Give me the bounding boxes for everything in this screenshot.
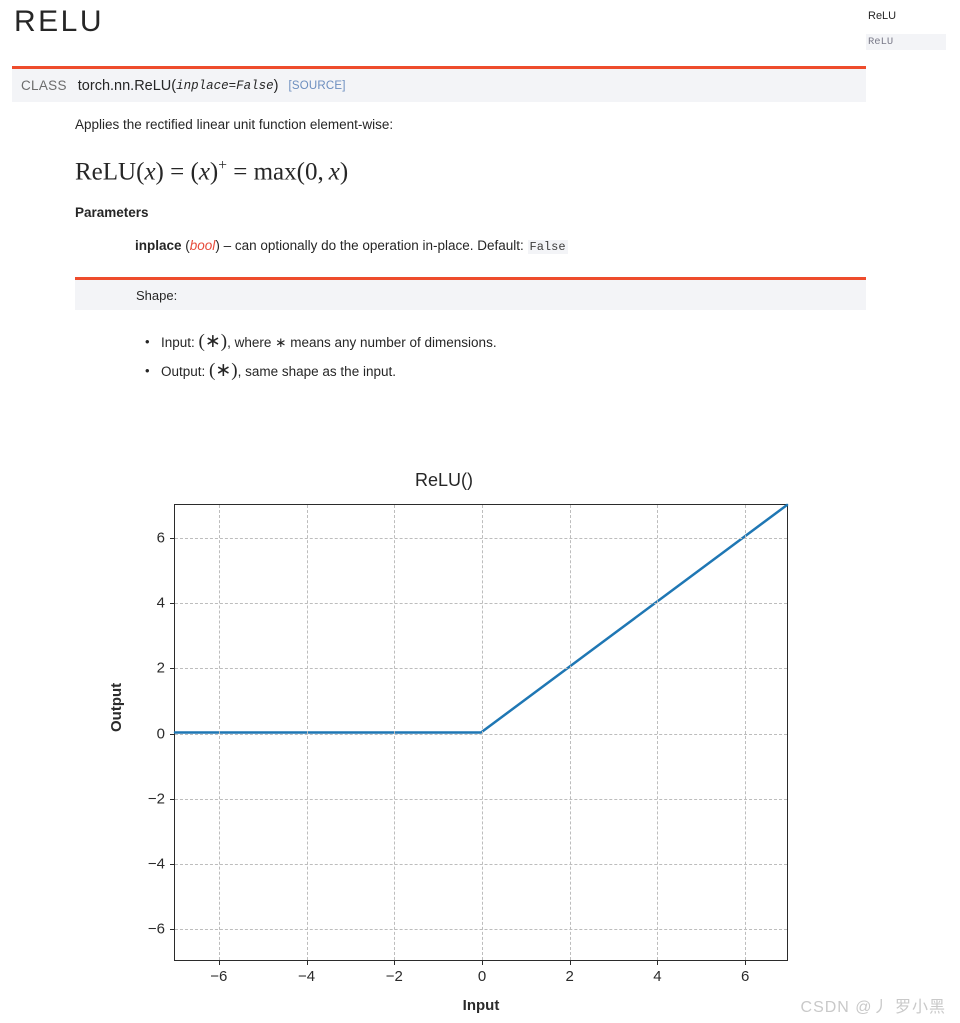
x-tick-mark — [745, 960, 747, 965]
sidebar-item-relu-current[interactable]: ReLU — [866, 34, 946, 50]
y-tick-label: 4 — [156, 594, 165, 612]
gridline-vertical — [569, 505, 571, 960]
description-text: Applies the rectified linear unit functi… — [75, 117, 394, 132]
x-tick-mark — [482, 960, 483, 965]
series-line — [173, 503, 789, 734]
parameter-row-inplace: inplace (bool) – can optionally do the o… — [135, 238, 568, 255]
parameter-description: – can optionally do the operation in-pla… — [223, 238, 524, 254]
signature-argument: inplace=False — [176, 78, 274, 93]
x-tick-label: 6 — [740, 968, 750, 985]
y-tick-mark — [170, 668, 175, 670]
shape-input-label: Input: — [161, 335, 195, 350]
parameter-type: bool — [189, 238, 216, 254]
gridline-horizontal — [175, 798, 787, 800]
parameters-heading: Parameters — [75, 205, 149, 221]
chart-title: ReLU() — [414, 470, 473, 490]
gridline-horizontal — [175, 602, 787, 604]
source-link[interactable]: [SOURCE] — [289, 80, 346, 92]
on-this-page-sidebar: ReLU ReLU — [866, 8, 946, 60]
y-tick-mark — [170, 929, 175, 931]
list-item: Output: (∗), same shape as the input. — [145, 357, 866, 386]
sidebar-item-relu-link[interactable]: ReLU — [866, 8, 946, 24]
x-tick-mark — [218, 960, 220, 965]
x-tick-label: 4 — [653, 968, 662, 985]
gridline-horizontal — [175, 864, 787, 866]
gridline-horizontal — [175, 668, 787, 670]
gridline-horizontal — [175, 929, 787, 931]
y-tick-label: 6 — [156, 529, 165, 547]
main-content: Applies the rectified linear unit functi… — [75, 115, 870, 257]
formula-arg: x — [144, 158, 156, 186]
y-tick-label: 0 — [156, 725, 165, 742]
y-tick-mark — [170, 798, 175, 800]
y-tick-label: 2 — [156, 659, 165, 677]
x-tick-label: 2 — [565, 968, 574, 985]
y-tick-mark — [170, 537, 175, 539]
gridline-horizontal — [175, 733, 787, 735]
gridline-vertical — [394, 505, 396, 960]
y-tick-mark — [170, 733, 175, 735]
class-keyword-label: CLASS — [21, 78, 67, 93]
page-title: RELU — [14, 5, 105, 38]
signature-close-paren: ) — [273, 77, 279, 94]
chart-line-series — [173, 503, 789, 734]
x-tick-label: −4 — [298, 968, 316, 985]
x-tick-label: −2 — [385, 968, 403, 985]
shape-list: Input: (∗), where ∗ means any number of … — [75, 328, 866, 386]
gridline-vertical — [482, 505, 483, 960]
relu-plot-figure: ReLU() Output −6 −4 −2 0 2 4 6 −6 −4 −2 0 2 4 6 Input — [100, 462, 820, 1017]
formula-fn-name: ReLU — [75, 158, 137, 186]
shape-input-text: , where ∗ means any number of dimensions… — [227, 335, 497, 350]
y-tick-mark — [170, 864, 175, 866]
x-tick-mark — [394, 960, 396, 965]
relu-formula: ReLU(x) = (x)+ = max(0, x) — [75, 157, 349, 186]
gridline-vertical — [306, 505, 308, 960]
x-tick-label: 0 — [477, 968, 487, 985]
gridline-vertical — [218, 505, 220, 960]
x-tick-mark — [569, 960, 571, 965]
chart-x-axis-label: Input — [462, 997, 500, 1014]
shape-output-symbol: (∗) — [209, 360, 238, 381]
y-tick-label: −4 — [147, 855, 165, 873]
list-item: Input: (∗), where ∗ means any number of … — [145, 328, 866, 357]
gridline-vertical — [657, 505, 659, 960]
shape-output-text: , same shape as the input. — [237, 364, 396, 379]
x-tick-mark — [657, 960, 659, 965]
y-tick-mark — [170, 602, 175, 604]
gridline-vertical — [745, 505, 747, 960]
parameter-name: inplace — [135, 238, 182, 254]
class-qualified-name: torch.nn.ReLU — [77, 77, 172, 94]
shape-heading: Shape: — [75, 280, 866, 310]
shape-section: Shape: Input: (∗), where ∗ means any num… — [75, 277, 866, 386]
parameter-default-value: False — [527, 240, 568, 255]
y-tick-label: −2 — [147, 790, 165, 808]
gridline-horizontal — [175, 537, 787, 539]
csdn-watermark: CSDN @丿 罗小黑 — [800, 999, 946, 1016]
y-tick-label: −6 — [147, 920, 165, 938]
class-signature-band: CLASS torch.nn.ReLU(inplace=False) [SOUR… — [12, 69, 866, 102]
shape-output-label: Output: — [161, 364, 206, 379]
chart-plot-area: −6 −4 −2 0 2 4 6 −6 −4 −2 0 2 4 6 — [148, 503, 789, 985]
class-signature-block: CLASS torch.nn.ReLU(inplace=False) [SOUR… — [12, 66, 866, 102]
x-tick-label: −6 — [210, 968, 228, 985]
chart-y-axis-label: Output — [108, 682, 125, 732]
formula-plus-superscript: + — [218, 157, 227, 174]
shape-input-symbol: (∗) — [198, 331, 228, 352]
x-tick-mark — [306, 960, 308, 965]
